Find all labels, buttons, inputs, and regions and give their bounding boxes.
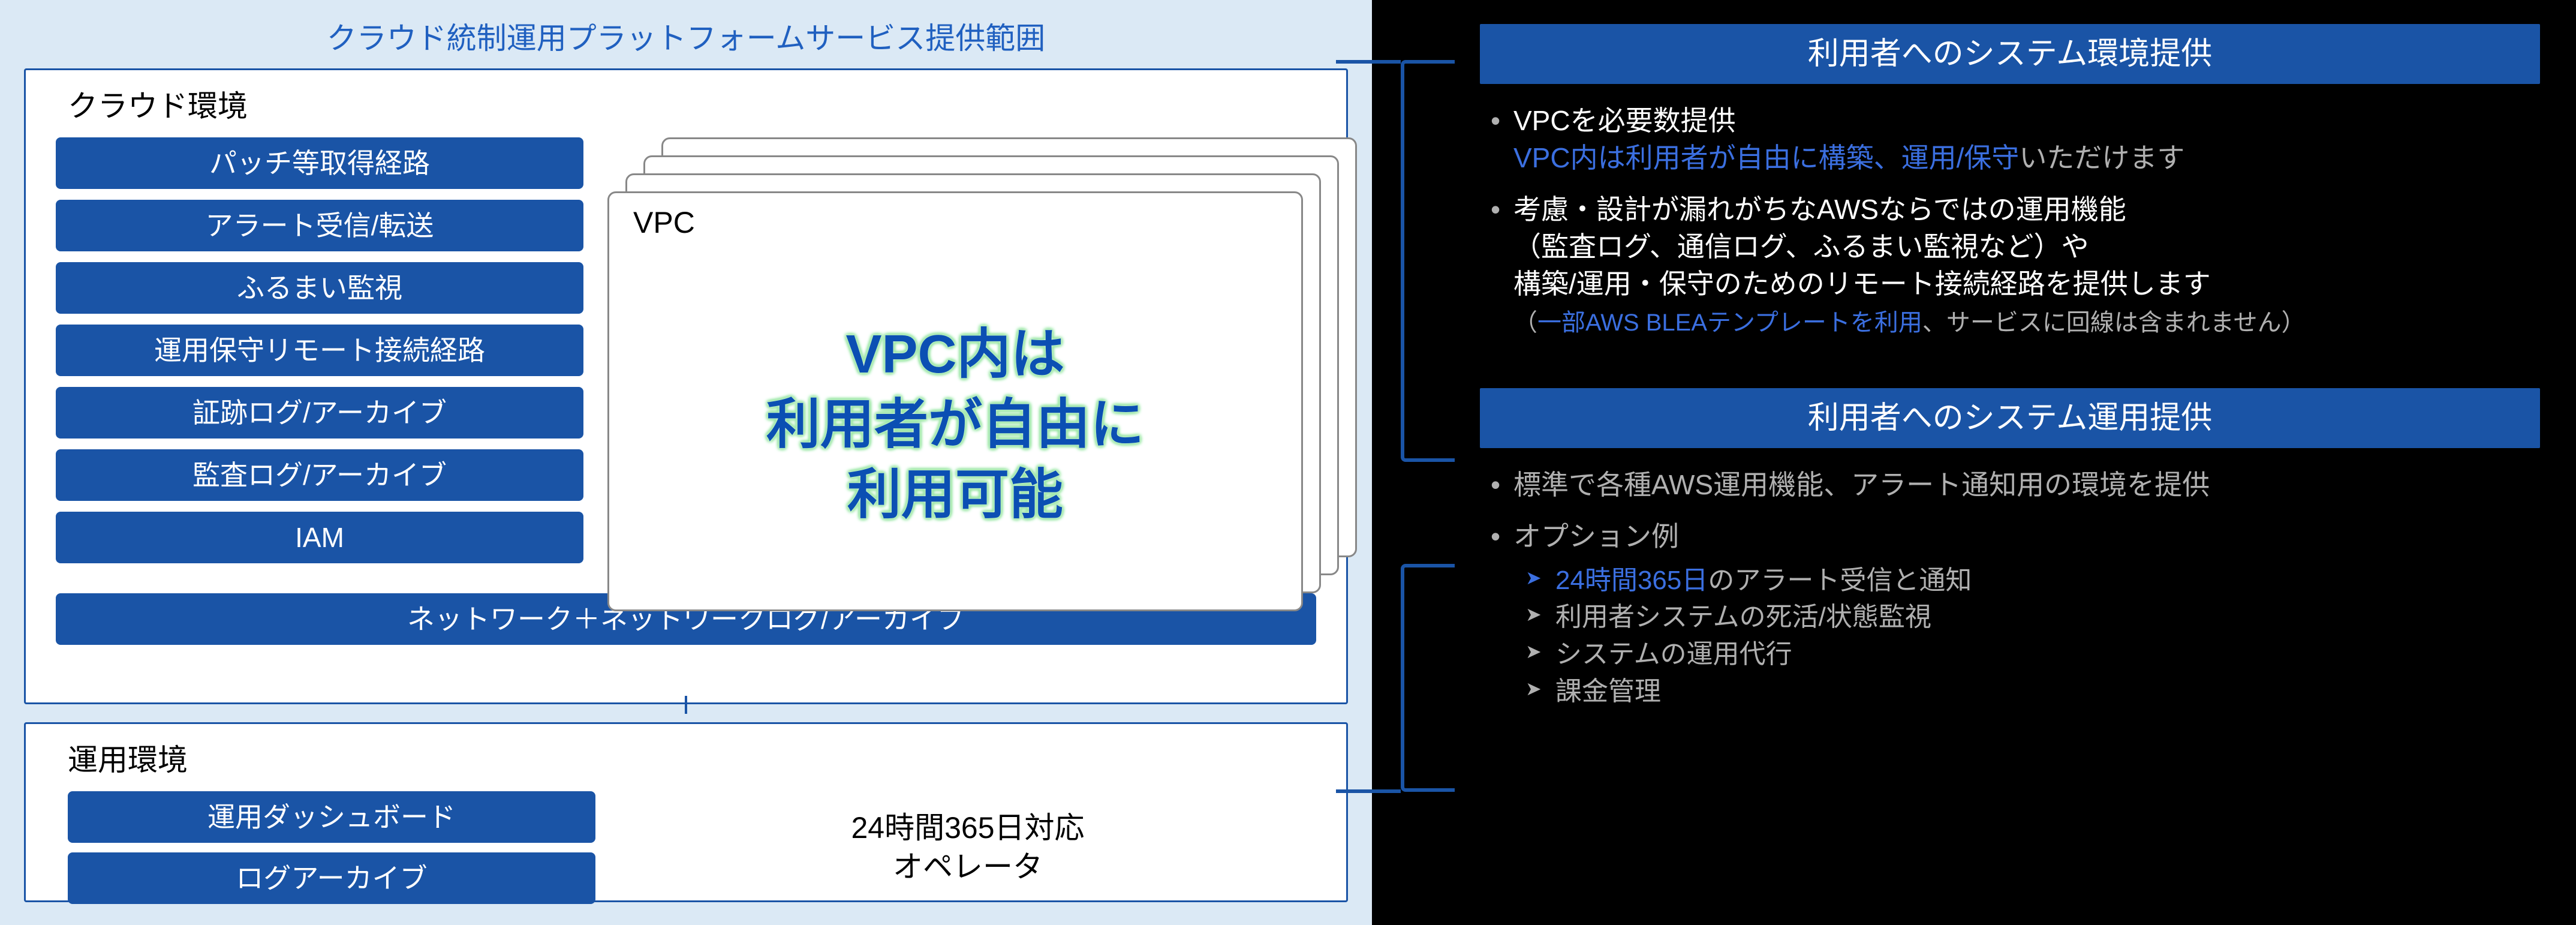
- scope-title: クラウド統制運用プラットフォームサービス提供範囲: [24, 14, 1348, 58]
- ops-provision-header: 利用者へのシステム運用提供: [1480, 388, 2540, 448]
- ops-bullet-options: オプション例 24時間365日のアラート受信と通知 利用者システムの死活/状態監…: [1480, 518, 2540, 710]
- env-provision-bullets: VPCを必要数提供 VPC内は利用者が自由に構築、運用/保守いただけます 考慮・…: [1480, 102, 2540, 340]
- ops-feature-list: 運用ダッシュボード ログアーカイブ: [68, 791, 595, 904]
- env-bullet-vpc: VPCを必要数提供 VPC内は利用者が自由に構築、運用/保守いただけます: [1480, 102, 2540, 176]
- env-bullet-aws-features: 考慮・設計が漏れがちなAWSならではの運用機能 （監査ログ、通信ログ、ふるまい監…: [1480, 191, 2540, 340]
- ops-bullet-standard: 標準で各種AWS運用機能、アラート通知用の環境を提供: [1480, 466, 2540, 503]
- ops-option-24x365: 24時間365日のアラート受信と通知: [1513, 562, 2540, 599]
- cloud-environment-label: クラウド環境: [44, 82, 1328, 125]
- feature-iam: IAM: [56, 512, 583, 563]
- ops-operator-text: 24時間365日対応 オペレータ: [851, 809, 1084, 887]
- connector-line-bottom: [1336, 789, 1401, 793]
- connector-bracket-bottom: [1401, 564, 1455, 792]
- ops-option-billing: 課金管理: [1513, 673, 2540, 710]
- cloud-feature-list: パッチ等取得経路 アラート受信/転送 ふるまい監視 運用保守リモート接続経路 証…: [56, 137, 583, 581]
- cloud-environment-box: クラウド環境 パッチ等取得経路 アラート受信/転送 ふるまい監視 運用保守リモー…: [24, 68, 1348, 704]
- ops-environment-body: 運用ダッシュボード ログアーカイブ 24時間365日対応 オペレータ: [44, 791, 1328, 904]
- connector-stem: [685, 696, 687, 714]
- ops-dashboard: 運用ダッシュボード: [68, 791, 595, 843]
- feature-patch-route: パッチ等取得経路: [56, 137, 583, 189]
- feature-remote-route: 運用保守リモート接続経路: [56, 325, 583, 376]
- cloud-environment-body: パッチ等取得経路 アラート受信/転送 ふるまい監視 運用保守リモート接続経路 証…: [44, 137, 1328, 581]
- vpc-stack: VPC VPC内は 利用者が自由に 利用可能: [607, 137, 1316, 581]
- feature-audit-trail-archive: 証跡ログ/アーカイブ: [56, 387, 583, 439]
- connector-line-top: [1336, 60, 1401, 64]
- ops-provision-bullets: 標準で各種AWS運用機能、アラート通知用の環境を提供 オプション例 24時間36…: [1480, 466, 2540, 710]
- ops-option-ops-proxy: システムの運用代行: [1513, 636, 2540, 673]
- vpc-free-use-text: VPC内は 利用者が自由に 利用可能: [766, 320, 1144, 530]
- ops-environment-label: 運用環境: [44, 736, 1328, 779]
- ops-option-health-monitor: 利用者システムの死活/状態監視: [1513, 599, 2540, 636]
- ops-environment-box: 運用環境 運用ダッシュボード ログアーカイブ 24時間365日対応 オペレータ: [24, 722, 1348, 902]
- ops-option-list: 24時間365日のアラート受信と通知 利用者システムの死活/状態監視 システムの…: [1513, 562, 2540, 710]
- feature-alert-forward: アラート受信/転送: [56, 200, 583, 251]
- ops-log-archive: ログアーカイブ: [68, 852, 595, 904]
- feature-behavior-monitor: ふるまい監視: [56, 262, 583, 314]
- description-panel: 利用者へのシステム環境提供 VPCを必要数提供 VPC内は利用者が自由に構築、運…: [1372, 0, 2576, 925]
- env-provision-header: 利用者へのシステム環境提供: [1480, 24, 2540, 84]
- vpc-card-front: VPC VPC内は 利用者が自由に 利用可能: [607, 191, 1303, 611]
- env-provision-section: 利用者へのシステム環境提供 VPCを必要数提供 VPC内は利用者が自由に構築、運…: [1480, 24, 2540, 340]
- ops-provision-section: 利用者へのシステム運用提供 標準で各種AWS運用機能、アラート通知用の環境を提供…: [1480, 388, 2540, 710]
- service-scope-panel: クラウド統制運用プラットフォームサービス提供範囲 クラウド環境 パッチ等取得経路…: [0, 0, 1372, 925]
- feature-audit-log-archive: 監査ログ/アーカイブ: [56, 449, 583, 501]
- connector-bracket-top: [1401, 60, 1455, 462]
- vpc-label: VPC: [609, 193, 1301, 240]
